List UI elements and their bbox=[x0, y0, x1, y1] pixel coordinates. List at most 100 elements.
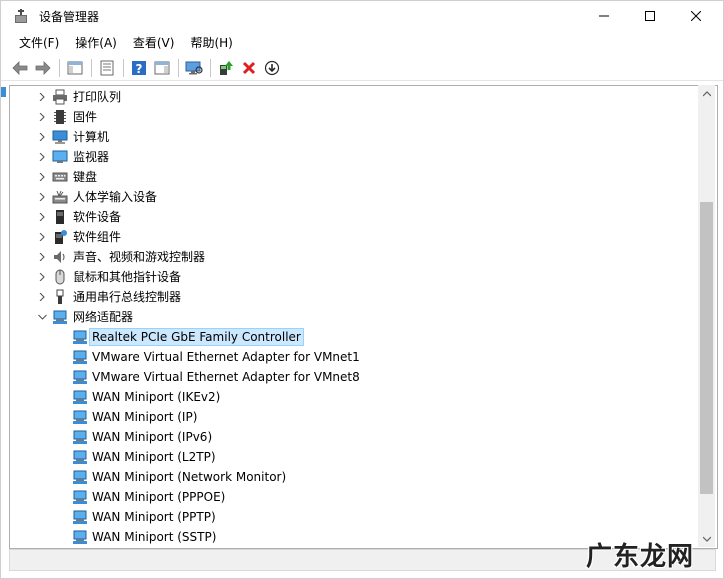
chevron-up-icon bbox=[702, 90, 711, 96]
device-manager-icon bbox=[15, 9, 27, 23]
tree-category-hid[interactable]: 人体学输入设备 bbox=[10, 187, 700, 207]
menu-action[interactable]: 操作(A) bbox=[69, 33, 123, 53]
chevron-right-icon bbox=[39, 253, 45, 261]
vertical-scrollbar[interactable] bbox=[698, 85, 715, 547]
show-hide-console-tree-button[interactable] bbox=[64, 57, 86, 79]
partial-root-icon bbox=[1, 87, 6, 97]
tree-category-label: 计算机 bbox=[73, 130, 110, 144]
forward-button[interactable] bbox=[32, 57, 54, 79]
tree-device-label: WAN Miniport (IP) bbox=[92, 410, 198, 424]
tree-category-software-component[interactable]: 软件组件 bbox=[10, 227, 700, 247]
tree-category-computer[interactable]: 计算机 bbox=[10, 127, 700, 147]
menu-view[interactable]: 查看(V) bbox=[127, 33, 181, 53]
chevron-right-icon bbox=[39, 193, 45, 201]
expander-collapsed[interactable] bbox=[36, 167, 48, 187]
tree-category-print-queue[interactable]: 打印队列 bbox=[10, 87, 700, 107]
expander-collapsed[interactable] bbox=[36, 227, 48, 247]
tree-category-firmware[interactable]: 固件 bbox=[10, 107, 700, 127]
expander-collapsed[interactable] bbox=[36, 107, 48, 127]
network-adapter-icon bbox=[73, 350, 87, 364]
software-component-icon bbox=[55, 230, 67, 244]
minimize-button[interactable] bbox=[581, 1, 627, 31]
watermark-text: 广东龙网 bbox=[586, 542, 695, 572]
tree-device-row[interactable]: VMware Virtual Ethernet Adapter for VMne… bbox=[10, 347, 700, 367]
tree-category-software-device[interactable]: 软件设备 bbox=[10, 207, 700, 227]
help-button[interactable]: ? bbox=[128, 57, 150, 79]
network-adapter-icon bbox=[73, 370, 87, 384]
back-button[interactable] bbox=[9, 57, 31, 79]
chevron-down-icon bbox=[702, 536, 711, 542]
expander-collapsed[interactable] bbox=[36, 147, 48, 167]
chevron-right-icon bbox=[39, 133, 45, 141]
tree-device-row[interactable]: WAN Miniport (IKEv2) bbox=[10, 387, 700, 407]
tree-device-row[interactable]: WAN Miniport (IP) bbox=[10, 407, 700, 427]
menu-help[interactable]: 帮助(H) bbox=[184, 33, 238, 53]
tree-category-monitor[interactable]: 监视器 bbox=[10, 147, 700, 167]
scroll-up-button[interactable] bbox=[698, 85, 715, 102]
tree-category-keyboard[interactable]: 键盘 bbox=[10, 167, 700, 187]
menu-file[interactable]: 文件(F) bbox=[13, 33, 65, 53]
tree-device-row[interactable]: Realtek PCIe GbE Family Controller bbox=[10, 327, 700, 347]
tree-category-mouse[interactable]: 鼠标和其他指针设备 bbox=[10, 267, 700, 287]
tree-device-label: WAN Miniport (IKEv2) bbox=[92, 390, 221, 404]
tree-category-usb[interactable]: 通用串行总线控制器 bbox=[10, 287, 700, 307]
tree-device-row[interactable]: WAN Miniport (L2TP) bbox=[10, 447, 700, 467]
tree-device-label: WAN Miniport (L2TP) bbox=[92, 450, 216, 464]
chevron-right-icon bbox=[39, 153, 45, 161]
update-driver-button[interactable] bbox=[215, 57, 237, 79]
expander-collapsed[interactable] bbox=[36, 127, 48, 147]
tree-category-label: 网络适配器 bbox=[73, 310, 134, 324]
network-adapter-icon bbox=[73, 470, 87, 484]
scroll-thumb[interactable] bbox=[700, 202, 713, 494]
tree-device-row[interactable]: WAN Miniport (PPTP) bbox=[10, 507, 700, 527]
tree-category-network-adapter[interactable]: 网络适配器 bbox=[10, 307, 700, 327]
uninstall-device-button[interactable] bbox=[238, 57, 260, 79]
maximize-icon bbox=[645, 11, 655, 21]
scan-hardware-button[interactable] bbox=[183, 57, 205, 79]
keyboard-icon bbox=[52, 172, 68, 182]
chevron-right-icon bbox=[39, 273, 45, 281]
expander-collapsed[interactable] bbox=[36, 247, 48, 267]
expander-collapsed[interactable] bbox=[36, 267, 48, 287]
hid-icon bbox=[52, 190, 68, 204]
network-adapter-icon bbox=[73, 450, 87, 464]
tree-category-label: 监视器 bbox=[73, 150, 110, 164]
tree-device-label: WAN Miniport (PPPOE) bbox=[92, 490, 226, 504]
close-button[interactable] bbox=[673, 1, 719, 31]
chevron-right-icon bbox=[39, 233, 45, 241]
tree-category-label: 声音、视频和游戏控制器 bbox=[73, 250, 206, 264]
menu-bar: 文件(F) 操作(A) 查看(V) 帮助(H) bbox=[1, 33, 723, 53]
tree-category-sound[interactable]: 声音、视频和游戏控制器 bbox=[10, 247, 700, 267]
expander-collapsed[interactable] bbox=[36, 187, 48, 207]
properties-icon bbox=[100, 60, 114, 75]
tree-category-label: 通用串行总线控制器 bbox=[73, 290, 182, 304]
network-adapter-icon bbox=[73, 530, 87, 544]
expander-collapsed[interactable] bbox=[36, 287, 48, 307]
expander-collapsed[interactable] bbox=[36, 87, 48, 107]
toolbar-separator bbox=[123, 58, 124, 77]
expander-collapsed[interactable] bbox=[36, 207, 48, 227]
action-pane-button[interactable] bbox=[151, 57, 173, 79]
monitor-icon bbox=[52, 150, 68, 163]
scroll-down-button[interactable] bbox=[698, 530, 715, 547]
properties-button[interactable] bbox=[96, 57, 118, 79]
tree-category-label: 打印队列 bbox=[73, 90, 122, 104]
expander-expanded[interactable] bbox=[36, 307, 48, 327]
tree-device-row[interactable]: VMware Virtual Ethernet Adapter for VMne… bbox=[10, 367, 700, 387]
usb-icon bbox=[56, 289, 64, 304]
tree-device-row[interactable]: WAN Miniport (PPPOE) bbox=[10, 487, 700, 507]
software-device-icon bbox=[56, 210, 64, 224]
device-manager-window: 设备管理器 文件(F) 操作(A) 查看(V) 帮助(H) ? 打印队列 固件 … bbox=[0, 0, 724, 579]
console-tree-icon bbox=[67, 61, 83, 74]
download-driver-icon bbox=[264, 60, 280, 75]
device-tree[interactable]: 打印队列 固件 计算机 监视器 键盘 人体学输入设备 软件设备 软件组件 声音、… bbox=[9, 85, 718, 549]
tree-device-label: WAN Miniport (SSTP) bbox=[92, 530, 217, 544]
mouse-icon bbox=[55, 269, 65, 285]
tree-device-label: WAN Miniport (Network Monitor) bbox=[92, 470, 287, 484]
tree-category-label: 软件设备 bbox=[73, 210, 122, 224]
tree-device-row[interactable]: WAN Miniport (Network Monitor) bbox=[10, 467, 700, 487]
tree-device-row[interactable]: WAN Miniport (IPv6) bbox=[10, 427, 700, 447]
scan-hardware-icon bbox=[185, 61, 203, 74]
download-driver-button[interactable] bbox=[261, 57, 283, 79]
maximize-button[interactable] bbox=[627, 1, 673, 31]
